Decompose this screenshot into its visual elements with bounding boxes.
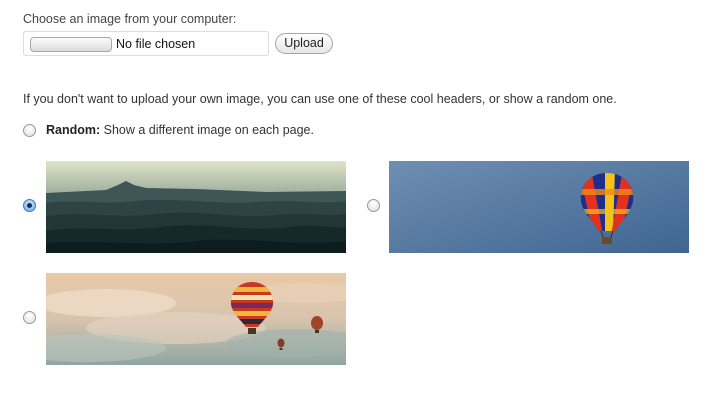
- headers-description: If you don't want to upload your own ima…: [23, 92, 617, 106]
- header-image-balloon-blue[interactable]: [389, 161, 689, 253]
- header-radio-mountains[interactable]: [23, 199, 36, 212]
- random-radio[interactable]: [23, 124, 36, 137]
- file-status-text: No file chosen: [116, 37, 196, 51]
- file-input[interactable]: No file chosen: [23, 31, 269, 56]
- header-radio-balloon-blue[interactable]: [367, 199, 380, 212]
- header-radio-balloons-cloudy[interactable]: [23, 311, 36, 324]
- random-option-label: Random: Show a different image on each p…: [46, 123, 314, 137]
- random-label: Random:: [46, 123, 101, 137]
- upload-label: Choose an image from your computer:: [23, 12, 237, 26]
- header-image-balloons-cloudy[interactable]: [46, 273, 346, 365]
- choose-file-button[interactable]: [30, 37, 112, 52]
- upload-button[interactable]: Upload: [275, 33, 333, 54]
- header-image-mountains[interactable]: [46, 161, 346, 253]
- random-text: Show a different image on each page.: [100, 123, 314, 137]
